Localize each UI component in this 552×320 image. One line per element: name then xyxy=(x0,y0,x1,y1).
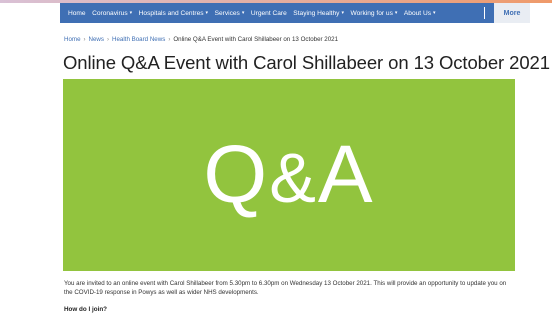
nav-item-urgent-care[interactable]: Urgent Care xyxy=(251,10,287,17)
nav-item-label: Staying Healthy xyxy=(293,9,340,17)
page-title: Online Q&A Event with Carol Shillabeer o… xyxy=(63,52,550,73)
nav-item-label: Home xyxy=(68,9,86,17)
breadcrumb-separator: › xyxy=(107,36,109,43)
nav-item-label: Coronavirus xyxy=(92,9,128,17)
chevron-down-icon: ▾ xyxy=(241,10,245,16)
nav-item-coronavirus[interactable]: Coronavirus ▾ xyxy=(92,10,132,17)
main-navbar: Home Coronavirus ▾ Hospitals and Centres… xyxy=(60,3,530,23)
nav-item-label: About Us xyxy=(403,9,432,17)
nav-item-hospitals-and-centres[interactable]: Hospitals and Centres ▾ xyxy=(139,10,208,17)
chevron-down-icon: ▾ xyxy=(394,10,398,16)
breadcrumb-home[interactable]: Home xyxy=(64,36,81,43)
how-to-join-heading: How do I join? xyxy=(64,306,108,313)
nav-item-working-for-us[interactable]: Working for us ▾ xyxy=(351,10,398,17)
hero-amp: & xyxy=(269,139,318,217)
breadcrumb-current: Online Q&A Event with Carol Shillabeer o… xyxy=(173,36,339,43)
chevron-down-icon: ▾ xyxy=(205,10,209,16)
breadcrumb-separator: › xyxy=(168,36,171,43)
more-button[interactable]: More xyxy=(494,3,530,23)
hero-a: A xyxy=(317,129,375,220)
nav-item-label: Working for us xyxy=(350,9,393,17)
hero-qa-text: Q&A xyxy=(203,134,374,216)
hero-q: Q xyxy=(203,129,270,220)
nav-item-label: Hospitals and Centres xyxy=(138,9,204,17)
page: Home Coronavirus ▾ Hospitals and Centres… xyxy=(0,0,552,320)
intro-paragraph: You are invited to an online event with … xyxy=(64,280,507,297)
nav-item-staying-healthy[interactable]: Staying Healthy ▾ xyxy=(293,10,344,17)
chevron-down-icon: ▾ xyxy=(341,10,344,16)
nav-items: Home Coronavirus ▾ Hospitals and Centres… xyxy=(60,3,442,23)
nav-item-label: Urgent Care xyxy=(250,9,287,17)
chevron-down-icon: ▾ xyxy=(129,10,133,16)
nav-item-label: Services xyxy=(214,9,240,17)
chevron-down-icon: ▾ xyxy=(433,10,436,16)
nav-item-about-us[interactable]: About Us ▾ xyxy=(404,10,436,17)
nav-divider xyxy=(484,7,485,19)
breadcrumb-health-board-news[interactable]: Health Board News xyxy=(112,36,165,43)
nav-item-home[interactable]: Home xyxy=(68,10,86,17)
hero-image: Q&A xyxy=(63,79,515,271)
breadcrumb: Home › News › Health Board News › Online… xyxy=(64,36,338,43)
breadcrumb-news[interactable]: News xyxy=(89,36,104,43)
nav-item-services[interactable]: Services ▾ xyxy=(215,10,245,17)
breadcrumb-separator: › xyxy=(83,36,86,43)
